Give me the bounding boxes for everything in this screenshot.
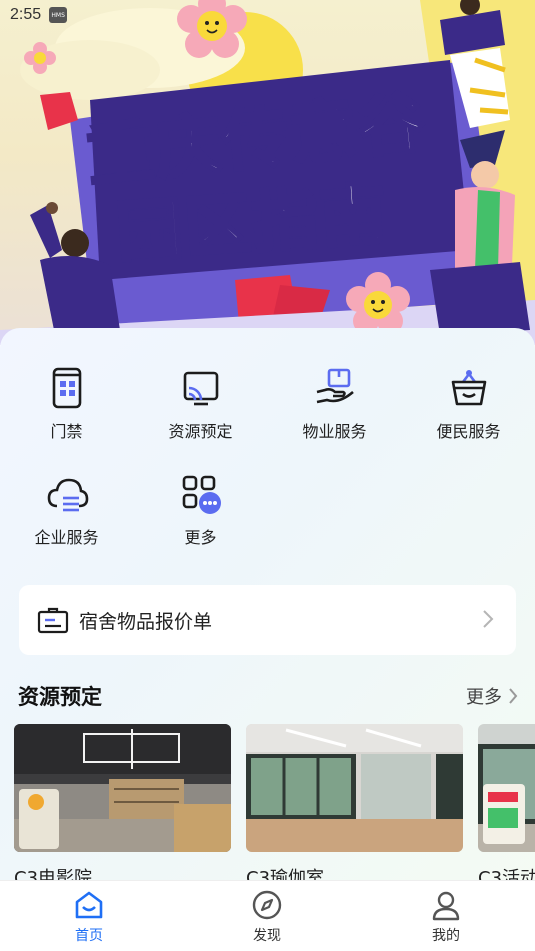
resource-list: C3电影院 C3瑜伽室 C3活动 [14,724,535,884]
convenience-service-icon [447,366,491,410]
dorm-quote-label: 宿舍物品报价单 [79,610,213,633]
dorm-quote-card[interactable]: 宿舍物品报价单 [19,585,516,655]
service-label: 门禁 [50,422,83,441]
status-time: 2:55 [10,6,42,23]
service-access-control[interactable]: 门禁 [0,366,133,442]
service-convenience[interactable]: 便民服务 [402,366,535,442]
tab-label: 我的 [432,928,460,944]
banner-illustration [0,0,535,345]
main-content: 门禁 资源预定 物业服务 便民服务 企业服务 更多 宿舍物品报价单 资源预定 更… [0,328,535,888]
more-apps-icon [179,472,223,516]
home-icon [73,889,105,921]
tab-profile[interactable]: 我的 [406,889,486,945]
service-property[interactable]: 物业服务 [268,366,401,442]
service-label: 物业服务 [302,422,367,441]
service-resource-booking[interactable]: 资源预定 [134,366,267,442]
hero-banner[interactable]: 重庆传意谷 园区指南 [0,0,535,345]
service-label: 企业服务 [34,528,99,547]
service-label: 便民服务 [436,422,501,441]
chevron-right-icon [509,688,518,704]
status-bar: 2:55 HMS [0,0,535,30]
resource-card[interactable]: C3电影院 [14,724,231,884]
compass-icon [251,889,283,921]
yoga-room-photo [246,724,463,852]
tab-discover[interactable]: 发现 [227,889,307,945]
resource-card[interactable]: C3活动 [478,724,535,884]
enterprise-service-icon [45,472,89,516]
price-list-icon [37,606,69,634]
resource-section-header: 资源预定 更多 [18,680,518,712]
chevron-right-icon [482,609,494,633]
user-icon [430,889,462,921]
bottom-tab-bar: 首页 发现 我的 [0,880,535,951]
service-more[interactable]: 更多 [134,472,267,548]
more-label: 更多 [466,687,502,708]
cinema-photo [14,724,231,852]
access-control-icon [45,366,89,410]
tab-label: 首页 [75,928,103,944]
property-service-icon [313,366,357,410]
tab-home[interactable]: 首页 [49,889,129,945]
service-enterprise[interactable]: 企业服务 [0,472,133,548]
resource-card[interactable]: C3瑜伽室 [246,724,463,884]
tab-label: 发现 [253,928,281,944]
section-title: 资源预定 [18,685,102,709]
hms-badge-icon: HMS [49,7,68,23]
service-label: 更多 [184,528,217,547]
activity-room-photo [478,724,535,852]
service-label: 资源预定 [168,422,233,441]
resource-booking-icon [179,366,223,410]
more-link[interactable]: 更多 [466,683,518,709]
